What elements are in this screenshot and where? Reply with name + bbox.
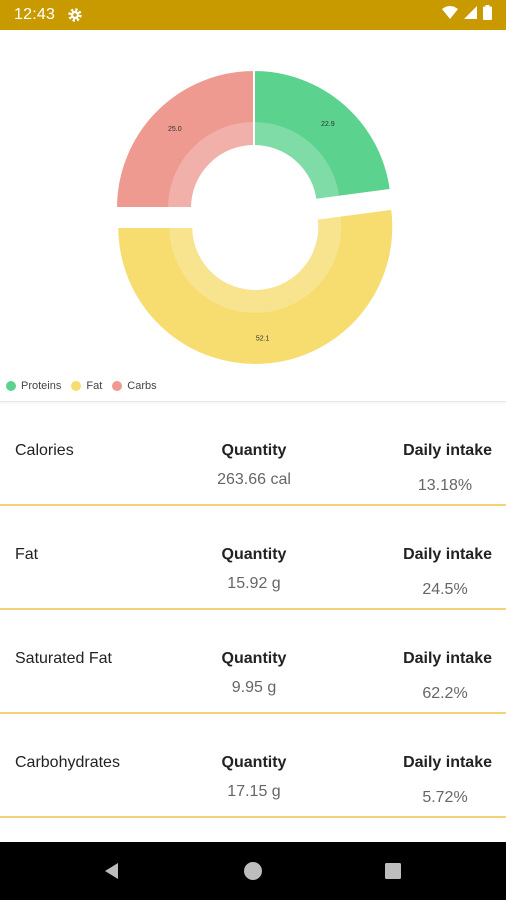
quantity-header: Quantity bbox=[221, 650, 287, 667]
macro-chart-card: 22.9 52.1 25.0 Proteins Fat Carbs bbox=[0, 30, 506, 402]
nutrient-name: Carbohydrates bbox=[15, 754, 120, 771]
legend-label-fat: Fat bbox=[86, 380, 103, 392]
legend-dot-carbs bbox=[112, 381, 123, 391]
slice-label-proteins: 22.9 bbox=[321, 121, 335, 128]
legend-dot-fat bbox=[71, 381, 82, 391]
legend-label-proteins: Proteins bbox=[21, 380, 62, 392]
legend-item-proteins: Proteins bbox=[6, 380, 61, 392]
daily-intake-header: Daily intake bbox=[403, 754, 492, 771]
slice-label-fat: 52.1 bbox=[256, 336, 270, 343]
nutrient-row-carbohydrates: Carbohydrates Quantity 17.15 g Daily int… bbox=[0, 714, 506, 818]
daily-intake-value: 24.5% bbox=[422, 581, 468, 598]
quantity-value: 263.66 cal bbox=[217, 471, 291, 488]
slice-label-carbs: 25.0 bbox=[168, 126, 182, 133]
legend-dot-proteins bbox=[6, 381, 16, 391]
donut-hole bbox=[192, 146, 316, 270]
quantity-value: 15.92 g bbox=[227, 575, 281, 592]
quantity-value: 17.15 g bbox=[227, 783, 281, 800]
system-nav-bar bbox=[0, 842, 506, 900]
status-bar: 12:43 bbox=[0, 0, 506, 30]
macro-donut-chart: 22.9 52.1 25.0 bbox=[114, 68, 395, 366]
daily-intake-header: Daily intake bbox=[403, 546, 492, 563]
legend-item-fat: Fat bbox=[71, 380, 102, 392]
nutrient-name: Calories bbox=[15, 442, 74, 459]
nutrient-row-saturated-fat: Saturated Fat Quantity 9.95 g Daily inta… bbox=[0, 610, 506, 714]
nutrient-list: Calories Quantity 263.66 cal Daily intak… bbox=[0, 402, 506, 818]
chart-legend: Proteins Fat Carbs bbox=[6, 380, 157, 392]
nutrient-name: Fat bbox=[15, 546, 39, 563]
daily-intake-header: Daily intake bbox=[403, 442, 492, 459]
wifi-icon bbox=[442, 6, 458, 24]
daily-intake-header: Daily intake bbox=[403, 650, 492, 667]
signal-icon bbox=[464, 6, 477, 24]
nutrient-name: Saturated Fat bbox=[15, 650, 112, 667]
quantity-header: Quantity bbox=[221, 442, 287, 459]
quantity-value: 9.95 g bbox=[231, 679, 277, 696]
status-time: 12:43 bbox=[14, 6, 56, 23]
nutrient-row-fat: Fat Quantity 15.92 g Daily intake 24.5% bbox=[0, 506, 506, 610]
daily-intake-value: 13.18% bbox=[417, 477, 473, 494]
legend-item-carbs: Carbs bbox=[112, 380, 157, 392]
quantity-header: Quantity bbox=[221, 754, 287, 771]
nutrient-row-calories: Calories Quantity 263.66 cal Daily intak… bbox=[0, 402, 506, 506]
recents-icon[interactable] bbox=[381, 859, 405, 883]
legend-label-carbs: Carbs bbox=[127, 380, 157, 392]
battery-icon bbox=[483, 5, 492, 25]
gear-icon bbox=[67, 7, 83, 23]
quantity-header: Quantity bbox=[221, 546, 287, 563]
daily-intake-value: 62.2% bbox=[422, 685, 468, 702]
home-icon[interactable] bbox=[241, 859, 265, 883]
back-icon[interactable] bbox=[100, 859, 124, 883]
daily-intake-value: 5.72% bbox=[422, 789, 468, 806]
